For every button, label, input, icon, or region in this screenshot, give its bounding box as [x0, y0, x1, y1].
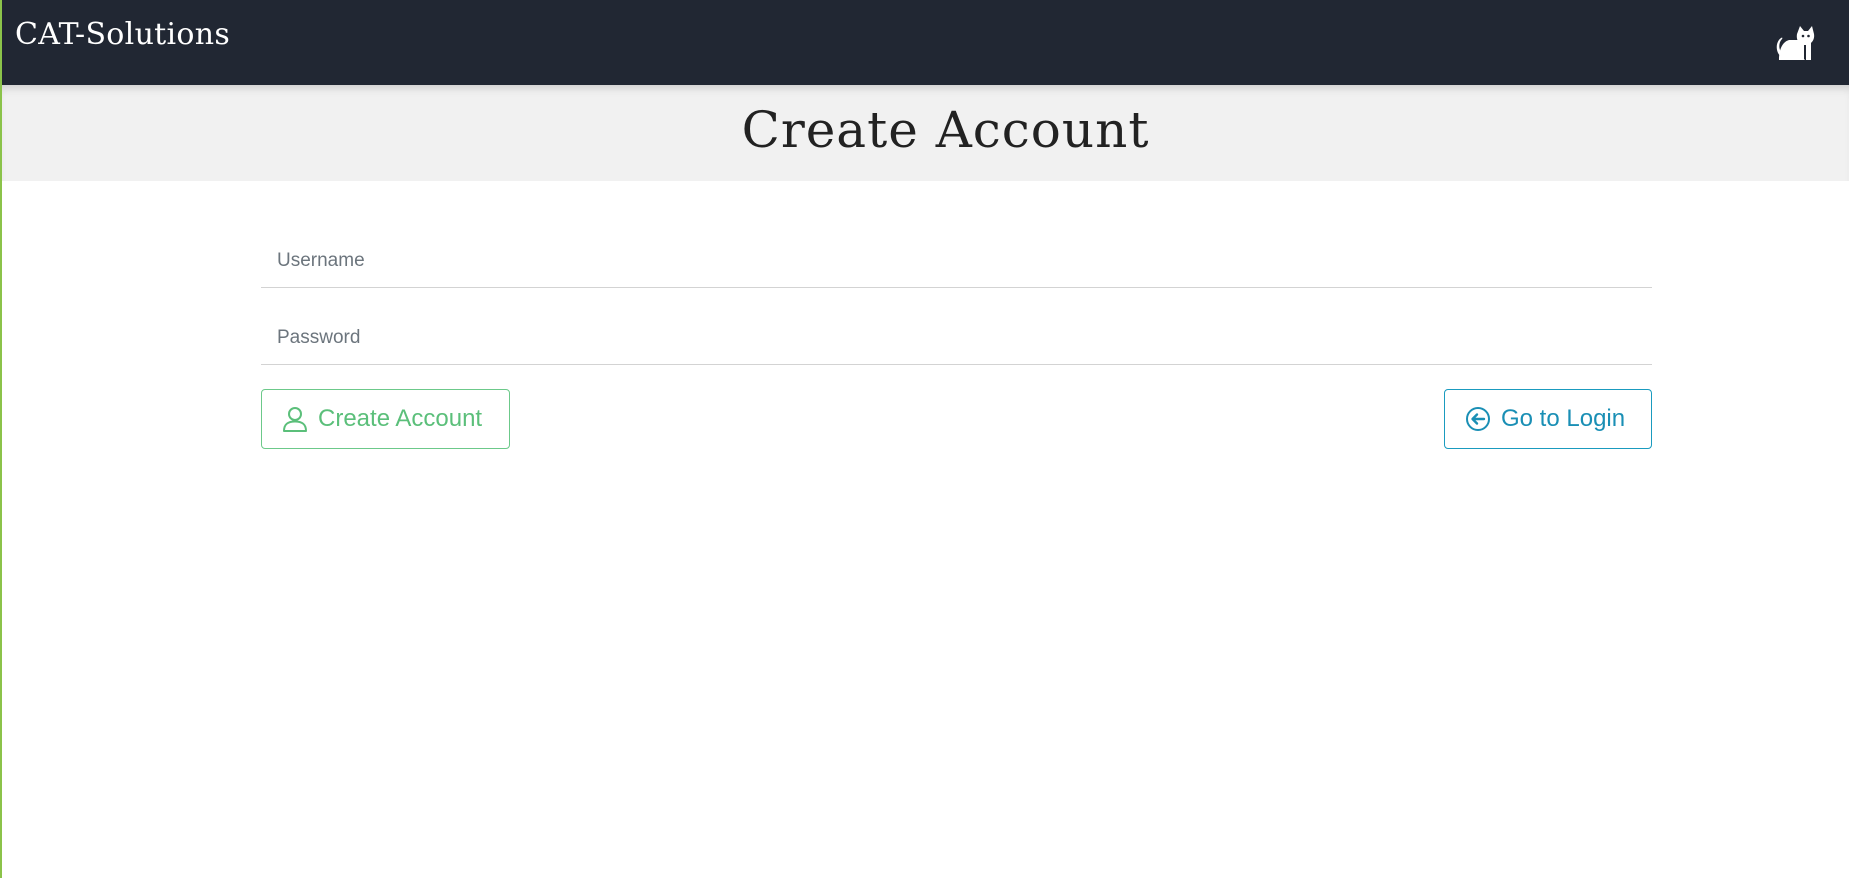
go-to-login-label: Go to Login	[1501, 405, 1626, 432]
page: CAT-Solutions Create Account Username Cr…	[0, 0, 1849, 878]
arrow-circle-left-icon	[1466, 407, 1490, 431]
page-header: Create Account	[2, 85, 1849, 181]
create-account-label: Create Account	[318, 405, 483, 432]
create-account-form: Create Account Go to Login	[261, 235, 1652, 449]
form-actions: Create Account Go to Login	[261, 389, 1652, 449]
brand-link[interactable]: CAT-Solutions	[15, 17, 230, 52]
password-field	[261, 312, 1652, 365]
password-input[interactable]	[261, 312, 1652, 364]
go-to-login-button[interactable]: Go to Login	[1444, 389, 1652, 449]
user-icon	[283, 407, 307, 432]
top-navbar: CAT-Solutions	[2, 0, 1849, 85]
create-account-button[interactable]: Create Account	[261, 389, 510, 449]
cat-icon[interactable]	[1773, 20, 1817, 64]
page-title: Create Account	[741, 101, 1150, 159]
username-input[interactable]	[261, 235, 1652, 287]
username-field	[261, 235, 1652, 288]
